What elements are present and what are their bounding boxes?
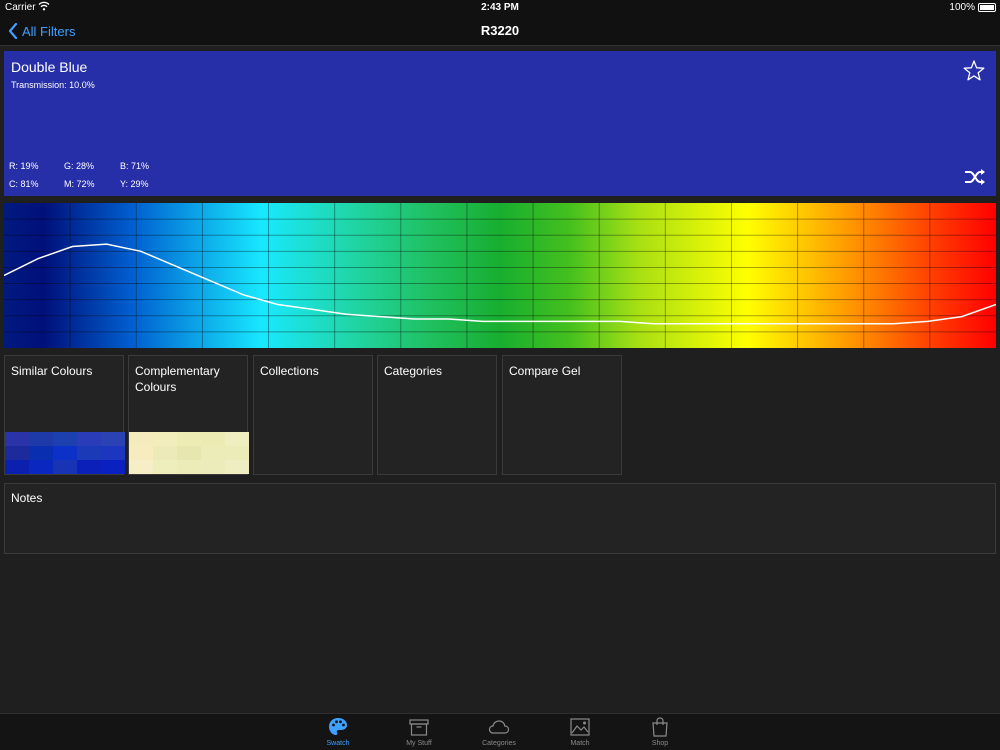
tab-match[interactable]: Match — [550, 716, 610, 750]
chevron-left-icon — [8, 23, 18, 39]
image-icon — [570, 718, 590, 736]
back-button-label: All Filters — [22, 23, 76, 39]
colour-cell — [29, 446, 53, 460]
colour-cell — [177, 432, 201, 446]
colour-swatch: Double Blue Transmission: 10.0% R: 19% G… — [4, 51, 996, 196]
red-value: R: 19% — [9, 161, 39, 171]
tab-label: Match — [570, 740, 590, 747]
spectral-distribution-graph — [4, 203, 996, 348]
tab-label: Shop — [651, 740, 669, 747]
colour-cell — [77, 432, 101, 446]
colour-cell — [153, 446, 177, 460]
tab-bar: Swatch My Stuff Categories Match Shop — [0, 713, 1000, 750]
similar-colours-tile[interactable]: Similar Colours — [4, 355, 125, 475]
battery-percentage: 100% — [949, 2, 975, 13]
colour-cell — [129, 460, 153, 474]
page-title: R3220 — [480, 23, 520, 38]
colour-cell — [225, 446, 249, 460]
magenta-value: M: 72% — [64, 179, 95, 189]
colour-cell — [153, 432, 177, 446]
colour-cell — [29, 460, 53, 474]
complementary-colours-preview — [129, 432, 249, 474]
colour-cell — [201, 460, 225, 474]
colour-cell — [177, 446, 201, 460]
colour-cell — [129, 446, 153, 460]
tab-shop[interactable]: Shop — [630, 716, 690, 750]
colour-cell — [129, 432, 153, 446]
shuffle-icon[interactable] — [964, 168, 986, 186]
colour-cell — [29, 432, 53, 446]
colour-cell — [225, 460, 249, 474]
colour-cell — [153, 460, 177, 474]
palette-icon — [329, 718, 347, 735]
tab-label: My Stuff — [406, 740, 432, 747]
colour-cell — [225, 432, 249, 446]
box-icon — [409, 719, 429, 736]
tab-swatch[interactable]: Swatch — [308, 716, 368, 750]
transmission-value: Transmission: 10.0% — [11, 80, 95, 90]
complementary-colours-tile[interactable]: Complementary Colours — [128, 355, 249, 475]
colour-cell — [5, 432, 29, 446]
green-value: G: 28% — [64, 161, 95, 171]
yellow-value: Y: 29% — [120, 179, 149, 189]
tile-label: Similar Colours — [11, 364, 93, 378]
tab-label: Categories — [482, 740, 516, 747]
colour-cell — [101, 460, 125, 474]
battery-icon — [978, 3, 996, 12]
filter-name: Double Blue — [11, 59, 88, 75]
cloud-icon — [488, 720, 510, 734]
tile-label: Complementary Colours — [135, 364, 220, 394]
tab-categories[interactable]: Categories — [469, 716, 529, 750]
colour-cell — [201, 446, 225, 460]
colour-cell — [53, 446, 77, 460]
colour-cell — [177, 460, 201, 474]
bag-icon — [652, 717, 668, 737]
tab-my-stuff[interactable]: My Stuff — [389, 716, 449, 750]
blue-value: B: 71% — [120, 161, 150, 171]
tile-label: Compare Gel — [509, 364, 581, 378]
star-icon[interactable] — [962, 59, 986, 83]
colour-cell — [5, 446, 29, 460]
colour-cell — [77, 446, 101, 460]
status-bar: Carrier 2:43 PM 100% — [0, 0, 1000, 16]
back-button[interactable]: All Filters — [8, 21, 75, 41]
colour-cell — [53, 432, 77, 446]
similar-colours-preview — [5, 432, 125, 474]
status-time: 2:43 PM — [481, 2, 519, 13]
tile-label: Categories — [384, 364, 443, 378]
notes-section[interactable]: Notes — [4, 483, 996, 554]
colour-cell — [101, 432, 125, 446]
cyan-value: C: 81% — [9, 179, 39, 189]
notes-label: Notes — [11, 491, 43, 505]
tab-label: Swatch — [326, 740, 350, 747]
colour-cell — [5, 460, 29, 474]
categories-tile[interactable]: Categories — [377, 355, 497, 475]
collections-tile[interactable]: Collections — [253, 355, 373, 475]
colour-cell — [53, 460, 77, 474]
tile-label: Collections — [260, 364, 319, 378]
colour-cell — [201, 432, 225, 446]
colour-cell — [77, 460, 101, 474]
navigation-bar: All Filters R3220 — [0, 16, 1000, 46]
colour-cell — [101, 446, 125, 460]
compare-gel-tile[interactable]: Compare Gel — [502, 355, 622, 475]
